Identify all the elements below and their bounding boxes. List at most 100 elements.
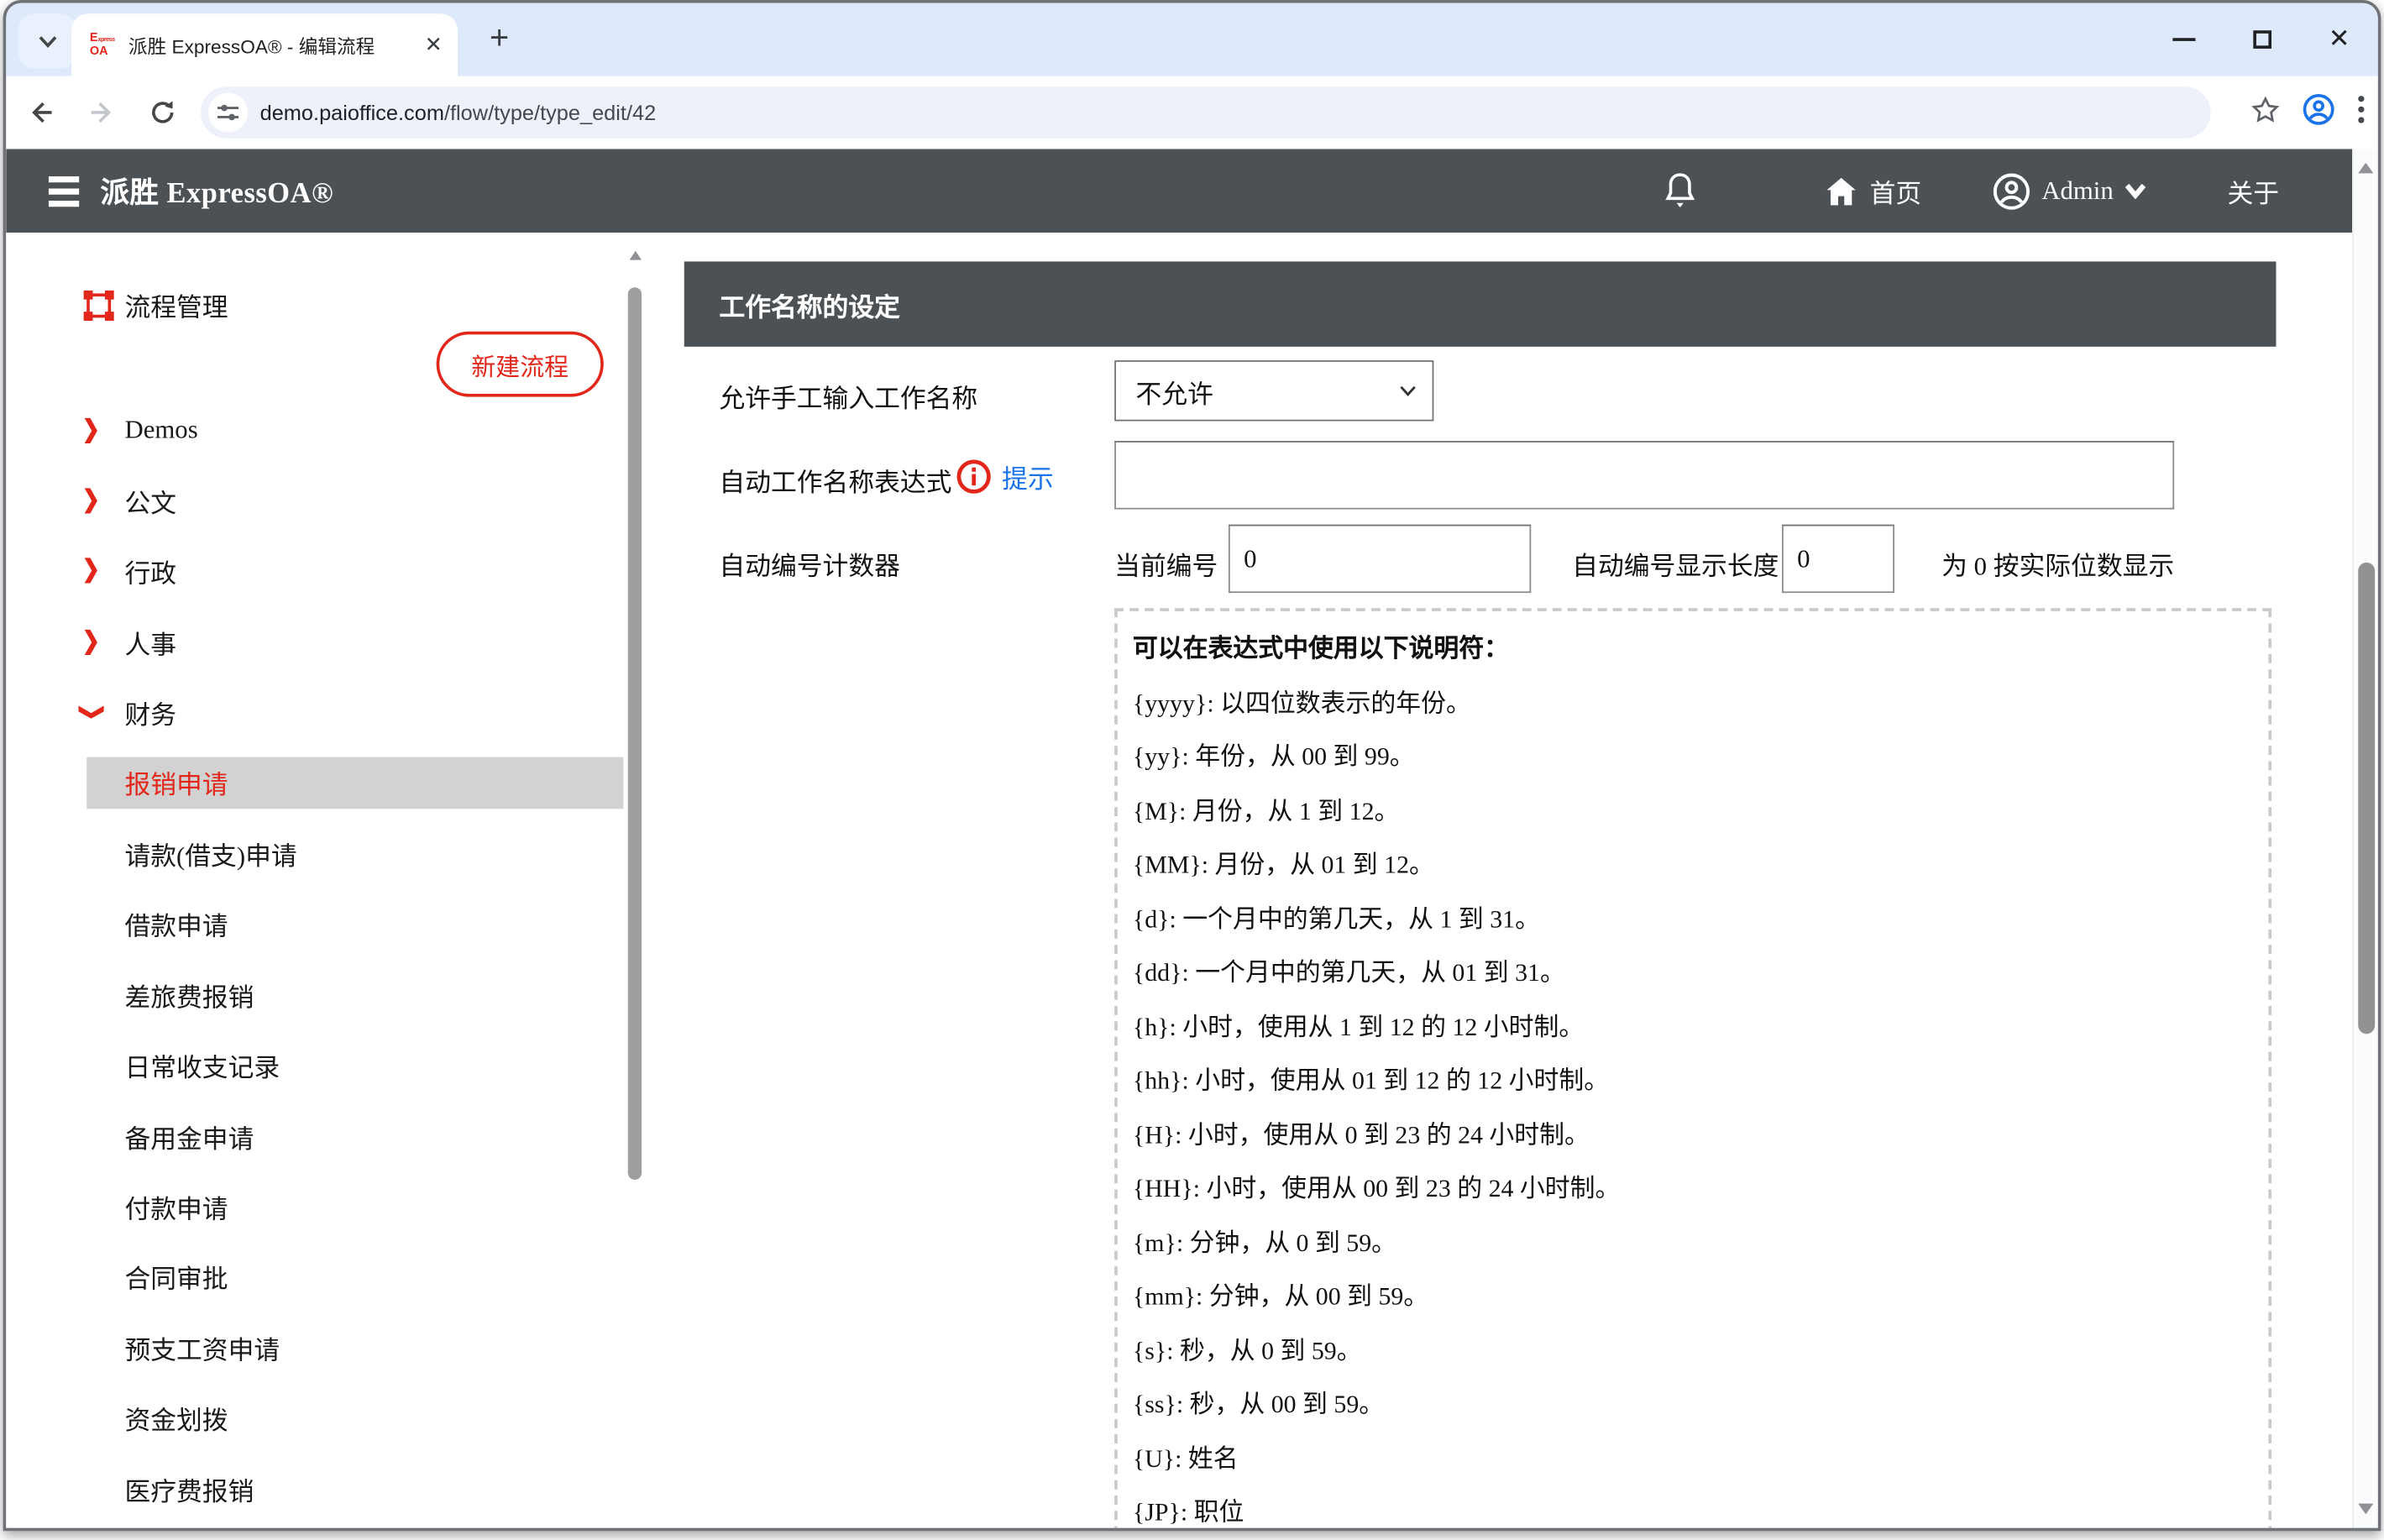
sidebar-scrollbar[interactable] xyxy=(628,251,642,1513)
minimize-button[interactable] xyxy=(2146,3,2223,76)
nav-home[interactable]: 首页 xyxy=(1822,172,1921,210)
sidebar-category-label: 人事 xyxy=(124,623,176,661)
chevron-down-icon xyxy=(2124,182,2146,199)
help-lines: {yyyy}: 以四位数表示的年份。{yy}: 年份，从 00 到 99。{M}… xyxy=(1133,676,2269,1528)
hint-group: 提示 xyxy=(956,458,1054,495)
url-text[interactable]: demo.paioffice.com/flow/type/type_edit/4… xyxy=(260,100,657,124)
chevron-down-icon: ❯ xyxy=(76,704,106,721)
app-logo: 派胜 ExpressOA® xyxy=(100,170,333,212)
help-line: {JP}: 职位 xyxy=(1133,1485,2269,1528)
help-line: {mm}: 分钟，从 00 到 59。 xyxy=(1133,1270,2269,1323)
page-scrollbar-thumb[interactable] xyxy=(2358,563,2375,1034)
notifications-button[interactable] xyxy=(1663,171,1707,211)
manual-name-select[interactable]: 不允许 xyxy=(1114,360,1433,421)
site-settings-icon[interactable] xyxy=(208,92,248,132)
user-menu[interactable]: Admin xyxy=(1991,171,2157,211)
sidebar-flow-item[interactable]: 日常收支记录 xyxy=(6,1030,684,1101)
sidebar-flow-label: 医疗费报销 xyxy=(124,1469,254,1507)
manual-name-label: 允许手工输入工作名称 xyxy=(719,377,977,415)
help-line: {s}: 秒，从 0 到 59。 xyxy=(1133,1323,2269,1377)
back-button[interactable] xyxy=(15,86,67,139)
menu-hamburger-icon[interactable] xyxy=(49,175,79,206)
chevron-down-icon xyxy=(37,34,57,48)
sidebar-flow-label: 请款(借支)申请 xyxy=(124,835,296,872)
sidebar-category[interactable]: ❯Demos xyxy=(6,395,684,466)
sidebar-category[interactable]: ❯公文 xyxy=(6,466,684,537)
sidebar-flow-item[interactable]: 借款申请 xyxy=(6,889,684,960)
sidebar-flow-item[interactable]: 付款申请 xyxy=(6,1171,684,1242)
new-flow-button[interactable]: 新建流程 xyxy=(437,332,604,397)
sidebar-flow-item[interactable]: 备用金申请 xyxy=(6,1101,684,1171)
sidebar-category[interactable]: ❯财务 xyxy=(6,678,684,748)
chevron-right-icon: ❯ xyxy=(82,416,100,445)
maximize-button[interactable] xyxy=(2223,3,2300,76)
sidebar-flow-label: 借款申请 xyxy=(124,905,228,943)
counter-label: 自动编号计数器 xyxy=(719,544,899,582)
hint-link[interactable]: 提示 xyxy=(1002,458,1054,495)
expression-help-box: 可以在表达式中使用以下说明符： {yyyy}: 以四位数表示的年份。{yy}: … xyxy=(1114,608,2271,1527)
chevron-right-icon: ❯ xyxy=(82,627,100,657)
browser-menu-icon[interactable] xyxy=(2356,93,2366,131)
app-body: 流程管理 新建流程 ❯Demos❯公文❯行政❯人事❯财务报销申请请款(借支)申请… xyxy=(6,233,2352,1528)
help-line: {dd}: 一个月中的第几天，从 01 到 31。 xyxy=(1133,945,2269,999)
help-line: {d}: 一个月中的第几天，从 1 到 31。 xyxy=(1133,892,2269,945)
sidebar-flow-label: 合同审批 xyxy=(124,1258,228,1296)
sidebar-flow-label: 资金划拨 xyxy=(124,1399,228,1437)
profile-avatar-icon[interactable] xyxy=(2302,92,2335,134)
display-length-label: 自动编号显示长度 xyxy=(1572,544,1779,582)
browser-tab[interactable]: Express OA 派胜 ExpressOA® - 编辑流程 ✕ xyxy=(71,13,458,76)
sidebar-flow-item[interactable]: 报销申请 xyxy=(86,757,623,809)
browser-toolbar: demo.paioffice.com/flow/type/type_edit/4… xyxy=(6,76,2378,149)
sidebar-flow-item[interactable]: 合同审批 xyxy=(6,1242,684,1312)
browser-window: Express OA 派胜 ExpressOA® - 编辑流程 ✕ + ✕ xyxy=(3,0,2381,1531)
sidebar-flow-item[interactable]: 预支工资申请 xyxy=(6,1312,684,1383)
sidebar-category[interactable]: ❯ 人事 xyxy=(6,607,684,678)
help-line: {M}: 月份，从 1 到 12。 xyxy=(1133,783,2269,837)
current-number-label: 当前编号 xyxy=(1114,544,1218,582)
help-line: {MM}: 月份，从 01 到 12。 xyxy=(1133,838,2269,892)
sidebar-flow-item[interactable]: 医疗费报销 xyxy=(6,1454,684,1524)
info-icon[interactable] xyxy=(956,459,992,495)
expressoa-favicon: Express OA xyxy=(90,32,115,58)
auto-name-label: 自动工作名称表达式 xyxy=(719,461,951,499)
current-number-input[interactable] xyxy=(1229,525,1531,593)
sidebar-category[interactable]: ❯行政 xyxy=(6,537,684,607)
new-tab-button[interactable]: + xyxy=(490,18,509,58)
sidebar-flow-item[interactable]: 请款(借支)申请 xyxy=(6,819,684,889)
sidebar-nav-list: ❯Demos❯公文❯行政❯人事❯财务报销申请请款(借支)申请借款申请差旅费报销日… xyxy=(6,395,684,1524)
window-controls: ✕ xyxy=(2146,3,2378,76)
scroll-up-arrow-icon[interactable] xyxy=(629,251,641,260)
help-line: {U}: 姓名 xyxy=(1133,1432,2269,1485)
reload-button[interactable] xyxy=(137,86,189,139)
help-line: {yyyy}: 以四位数表示的年份。 xyxy=(1133,676,2269,730)
url-bar[interactable]: demo.paioffice.com/flow/type/type_edit/4… xyxy=(201,86,2211,139)
forward-button[interactable] xyxy=(76,86,128,139)
sidebar-flow-label: 备用金申请 xyxy=(124,1117,254,1155)
help-line: {hh}: 小时，使用从 01 到 12 的 12 小时制。 xyxy=(1133,1054,2269,1108)
tab-close-icon[interactable]: ✕ xyxy=(425,32,443,58)
header-nav: 首页 Admin 关于 xyxy=(1663,171,2352,211)
main-content: 工作名称的设定 允许手工输入工作名称 不允许 自动工作名称表达式 提示 xyxy=(684,233,2277,1528)
section-title: 工作名称的设定 xyxy=(719,285,899,322)
back-icon xyxy=(26,97,56,128)
tab-search-button[interactable] xyxy=(18,13,76,68)
nav-about[interactable]: 关于 xyxy=(2228,172,2280,210)
chevron-down-icon xyxy=(1399,385,1417,396)
sidebar-scrollbar-thumb[interactable] xyxy=(628,287,642,1180)
scroll-up-arrow-icon[interactable] xyxy=(2358,163,2373,174)
help-line: {yy}: 年份，从 00 到 99。 xyxy=(1133,730,2269,783)
page-scrollbar[interactable] xyxy=(2352,149,2378,1527)
sidebar-flow-item[interactable]: 资金划拨 xyxy=(6,1383,684,1454)
sidebar-flow-label: 报销申请 xyxy=(124,764,228,802)
scroll-down-arrow-icon[interactable] xyxy=(2358,1504,2373,1515)
close-window-button[interactable]: ✕ xyxy=(2300,3,2377,76)
chevron-right-icon: ❯ xyxy=(82,557,100,586)
help-line: {ss}: 秒，从 00 到 59。 xyxy=(1133,1377,2269,1431)
home-icon xyxy=(1822,173,1858,209)
bookmark-star-icon[interactable] xyxy=(2250,93,2281,131)
sidebar-flow-label: 差旅费报销 xyxy=(124,976,254,1014)
auto-name-expression-input[interactable] xyxy=(1114,441,2174,509)
reload-icon xyxy=(148,97,178,128)
sidebar-flow-item[interactable]: 差旅费报销 xyxy=(6,960,684,1030)
display-length-input[interactable] xyxy=(1782,525,1894,593)
